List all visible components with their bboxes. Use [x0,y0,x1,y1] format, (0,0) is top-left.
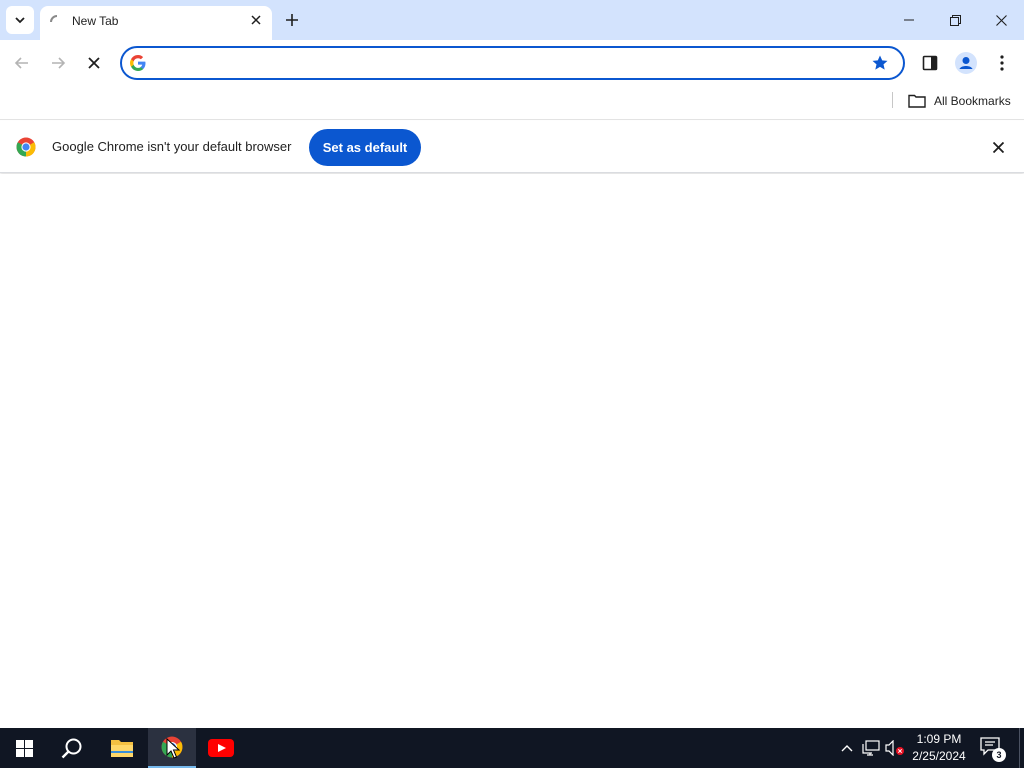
file-explorer-icon [111,740,133,757]
tab-new-tab[interactable]: New Tab [40,6,272,40]
minimize-button[interactable] [886,0,932,40]
close-icon [992,141,1004,153]
tab-close-button[interactable] [248,12,264,28]
action-center-button[interactable]: 3 [980,736,1006,762]
bookmark-star-icon[interactable] [871,54,889,72]
show-hidden-icons-button[interactable] [838,728,856,768]
page-content[interactable] [0,174,1024,728]
chevron-down-icon [15,17,25,24]
forward-button[interactable] [44,49,72,77]
plus-icon [286,14,298,26]
bookmarks-bar: All Bookmarks [0,86,1024,120]
taskbar-search-button[interactable] [48,728,96,768]
side-panel-icon [922,55,938,71]
new-tab-button[interactable] [280,8,304,32]
search-icon [61,738,82,759]
loading-spinner-icon [50,15,58,23]
restore-button[interactable] [932,0,978,40]
back-button[interactable] [8,49,36,77]
windows-logo-icon [15,739,33,757]
volume-muted-icon [885,740,904,756]
google-g-icon [130,55,146,71]
taskbar-clock[interactable]: 1:09 PM 2/25/2024 [905,731,973,765]
side-panel-button[interactable] [916,49,944,77]
network-icon [862,740,880,756]
profile-button[interactable] [952,49,980,77]
menu-button[interactable] [988,49,1016,77]
default-browser-infobar: Google Chrome isn't your default browser… [0,121,1024,173]
close-icon [88,57,100,69]
network-tray-button[interactable] [860,728,882,768]
omnibox[interactable] [120,46,905,80]
close-icon [251,15,261,25]
screen: New Tab All Bookmarks Google Chrome isn'… [0,0,1024,768]
volume-tray-button[interactable] [884,728,906,768]
stop-loading-button[interactable] [80,49,108,77]
tab-search-button[interactable] [6,6,34,34]
avatar-icon [955,52,977,74]
infobar-close-button[interactable] [990,139,1006,155]
set-as-default-button[interactable]: Set as default [309,129,421,166]
folder-icon [908,94,926,108]
mouse-cursor-icon [166,738,180,759]
more-vertical-icon [1000,55,1004,71]
restore-icon [949,14,961,26]
all-bookmarks-label: All Bookmarks [934,94,1011,108]
chrome-logo-icon [16,137,36,157]
tab-title: New Tab [72,14,119,28]
youtube-icon [208,739,234,757]
minimize-icon [904,19,914,21]
close-window-button[interactable] [978,0,1024,40]
notification-count-badge: 3 [992,748,1006,762]
file-explorer-button[interactable] [98,728,146,768]
youtube-taskbar-button[interactable] [197,728,245,768]
chevron-up-icon [841,745,853,752]
arrow-left-icon [14,57,28,69]
arrow-right-icon [52,57,66,69]
close-icon [995,14,1007,26]
toolbar [0,40,1024,86]
infobar-message: Google Chrome isn't your default browser [52,139,292,154]
all-bookmarks-button[interactable]: All Bookmarks [908,91,1011,111]
address-input[interactable] [158,54,858,74]
clock-time: 1:09 PM [916,732,962,746]
bookmarks-separator [892,92,893,108]
tab-strip: New Tab [0,0,1024,40]
start-button[interactable] [0,728,48,768]
show-desktop-button[interactable] [1019,728,1020,768]
clock-date: 2/25/2024 [912,749,966,763]
taskbar: 1:09 PM 2/25/2024 3 [0,728,1024,768]
